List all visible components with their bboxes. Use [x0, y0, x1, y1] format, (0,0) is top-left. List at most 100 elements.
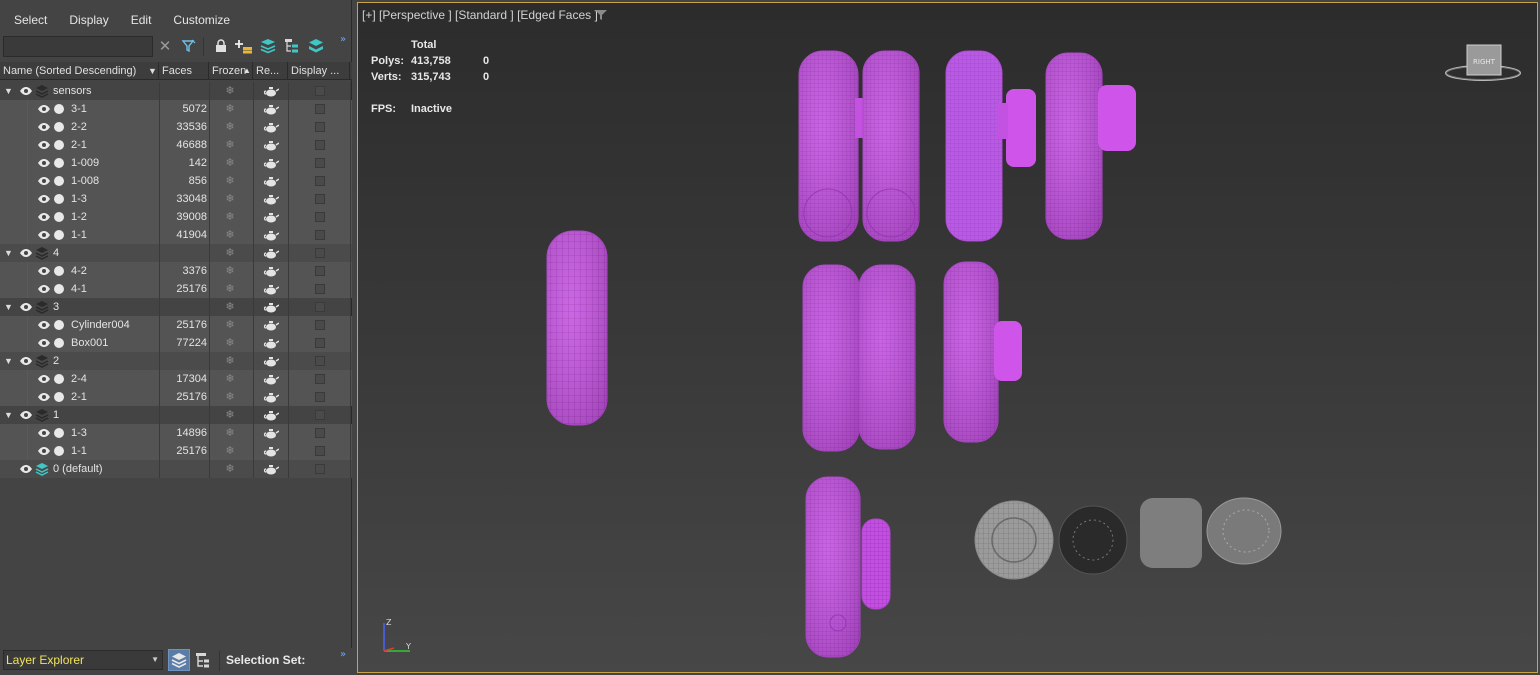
- column-frozen[interactable]: Frozen ▲: [209, 62, 253, 80]
- renderable-teapot-icon[interactable]: [263, 139, 280, 151]
- renderable-teapot-icon[interactable]: [263, 283, 280, 295]
- eye-icon[interactable]: [37, 319, 51, 331]
- renderable-teapot-icon[interactable]: [263, 157, 280, 169]
- renderable-teapot-icon[interactable]: [263, 193, 280, 205]
- menu-edit[interactable]: Edit: [117, 8, 160, 32]
- freeze-icon[interactable]: ❄: [224, 139, 236, 151]
- eye-icon[interactable]: [37, 175, 51, 187]
- object-name[interactable]: 2-1: [71, 388, 87, 406]
- object-row[interactable]: 1-3 33048 ❄: [0, 190, 352, 208]
- layers-stack-icon[interactable]: [258, 36, 278, 56]
- freeze-icon[interactable]: ❄: [224, 355, 236, 367]
- clear-search-icon[interactable]: ✕: [155, 36, 175, 56]
- eye-icon[interactable]: [37, 391, 51, 403]
- freeze-icon[interactable]: ❄: [224, 103, 236, 115]
- freeze-icon[interactable]: ❄: [224, 229, 236, 241]
- display-checkbox[interactable]: [315, 122, 325, 132]
- column-faces[interactable]: Faces: [159, 62, 209, 80]
- freeze-icon[interactable]: ❄: [224, 211, 236, 223]
- object-row[interactable]: 2-1 46688 ❄: [0, 136, 352, 154]
- freeze-icon[interactable]: ❄: [224, 175, 236, 187]
- collapse-arrow-icon[interactable]: ▼: [4, 301, 14, 313]
- viewport-label-menu[interactable]: [+] [Perspective ] [Standard ] [Edged Fa…: [362, 8, 598, 22]
- renderable-teapot-icon[interactable]: [263, 463, 280, 475]
- object-name[interactable]: Cylinder004: [71, 316, 130, 334]
- eye-icon[interactable]: [37, 211, 51, 223]
- object-row[interactable]: Cylinder004 25176 ❄: [0, 316, 352, 334]
- renderable-teapot-icon[interactable]: [263, 175, 280, 187]
- renderable-teapot-icon[interactable]: [263, 301, 280, 313]
- eye-icon[interactable]: [19, 355, 33, 367]
- renderable-teapot-icon[interactable]: [263, 265, 280, 277]
- display-checkbox[interactable]: [315, 320, 325, 330]
- display-checkbox[interactable]: [315, 428, 325, 438]
- expand-bottombar-icon[interactable]: »: [340, 649, 346, 660]
- freeze-icon[interactable]: ❄: [224, 337, 236, 349]
- collapse-arrow-icon[interactable]: ▼: [4, 409, 14, 421]
- default-layer-row[interactable]: 0 (default) ❄: [0, 460, 352, 478]
- freeze-icon[interactable]: ❄: [224, 391, 236, 403]
- layer-name[interactable]: 3: [53, 298, 59, 316]
- object-name[interactable]: 2-2: [71, 118, 87, 136]
- object-name[interactable]: 1-1: [71, 442, 87, 460]
- layer-row[interactable]: ▼ sensors ❄: [0, 82, 352, 100]
- eye-icon[interactable]: [37, 139, 51, 151]
- renderable-teapot-icon[interactable]: [263, 373, 280, 385]
- perspective-viewport[interactable]: [+] [Perspective ] [Standard ] [Edged Fa…: [357, 2, 1538, 673]
- eye-icon[interactable]: [37, 445, 51, 457]
- display-checkbox[interactable]: [315, 176, 325, 186]
- grey-objects[interactable]: [974, 497, 1282, 580]
- menu-customize[interactable]: Customize: [159, 8, 238, 32]
- display-checkbox[interactable]: [315, 140, 325, 150]
- layer-row[interactable]: ▼ 1 ❄: [0, 406, 352, 424]
- layer-row[interactable]: ▼ 3 ❄: [0, 298, 352, 316]
- expand-toolbar-icon[interactable]: »: [340, 34, 346, 45]
- eye-icon[interactable]: [37, 337, 51, 349]
- object-row[interactable]: 4-2 3376 ❄: [0, 262, 352, 280]
- eye-icon[interactable]: [37, 427, 51, 439]
- object-name[interactable]: 4-2: [71, 262, 87, 280]
- renderable-teapot-icon[interactable]: [263, 445, 280, 457]
- display-checkbox[interactable]: [315, 212, 325, 222]
- eye-icon[interactable]: [37, 121, 51, 133]
- eye-icon[interactable]: [37, 373, 51, 385]
- layer-row[interactable]: ▼ 4 ❄: [0, 244, 352, 262]
- object-name[interactable]: 1-3: [71, 190, 87, 208]
- object-row[interactable]: 2-4 17304 ❄: [0, 370, 352, 388]
- renderable-teapot-icon[interactable]: [263, 427, 280, 439]
- viewport-filter-icon[interactable]: [595, 9, 607, 21]
- sort-by-layer-button[interactable]: [168, 649, 190, 671]
- freeze-icon[interactable]: ❄: [224, 121, 236, 133]
- renderable-teapot-icon[interactable]: [263, 247, 280, 259]
- renderable-teapot-icon[interactable]: [263, 85, 280, 97]
- lock-icon[interactable]: [211, 36, 231, 56]
- object-name[interactable]: Box001: [71, 334, 108, 352]
- display-checkbox[interactable]: [315, 248, 325, 258]
- renderable-teapot-icon[interactable]: [263, 211, 280, 223]
- eye-icon[interactable]: [19, 247, 33, 259]
- object-name[interactable]: 1-1: [71, 226, 87, 244]
- layer-row[interactable]: ▼ 2 ❄: [0, 352, 352, 370]
- freeze-icon[interactable]: ❄: [224, 301, 236, 313]
- display-checkbox[interactable]: [315, 158, 325, 168]
- freeze-icon[interactable]: ❄: [224, 85, 236, 97]
- display-checkbox[interactable]: [315, 410, 325, 420]
- object-row[interactable]: 1-009 142 ❄: [0, 154, 352, 172]
- eye-icon[interactable]: [37, 193, 51, 205]
- object-row[interactable]: 1-1 41904 ❄: [0, 226, 352, 244]
- hierarchy-icon[interactable]: [282, 36, 302, 56]
- display-checkbox[interactable]: [315, 194, 325, 204]
- freeze-icon[interactable]: ❄: [224, 409, 236, 421]
- eye-icon[interactable]: [19, 85, 33, 97]
- column-display[interactable]: Display ...: [288, 62, 350, 80]
- freeze-icon[interactable]: ❄: [224, 373, 236, 385]
- object-row[interactable]: 1-1 25176 ❄: [0, 442, 352, 460]
- display-checkbox[interactable]: [315, 284, 325, 294]
- explorer-type-select[interactable]: Layer Explorer ▼: [3, 650, 163, 670]
- freeze-icon[interactable]: ❄: [224, 445, 236, 457]
- object-name[interactable]: 2-4: [71, 370, 87, 388]
- object-name[interactable]: 1-3: [71, 424, 87, 442]
- collapse-arrow-icon[interactable]: ▼: [4, 85, 14, 97]
- eye-icon[interactable]: [19, 463, 33, 475]
- freeze-icon[interactable]: ❄: [224, 265, 236, 277]
